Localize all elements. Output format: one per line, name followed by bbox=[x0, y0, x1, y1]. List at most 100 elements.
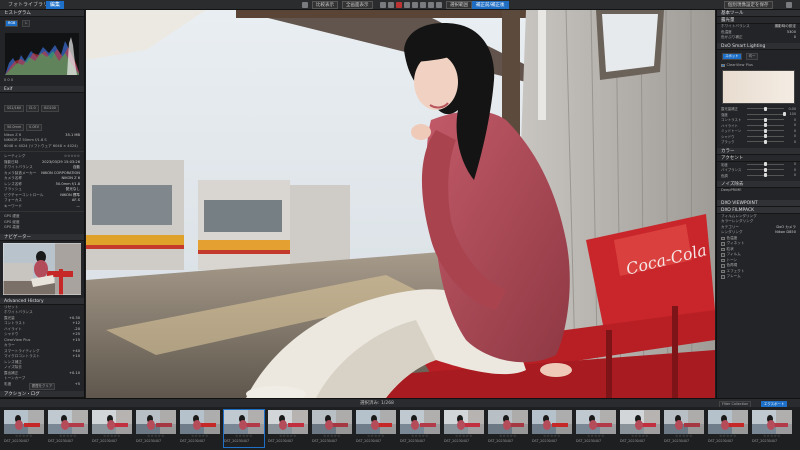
noise-header[interactable]: ノイズ除去 bbox=[717, 181, 800, 188]
smart-lighting-header[interactable]: DxO Smart Lighting bbox=[717, 42, 800, 50]
filmstrip-thumbnail[interactable] bbox=[48, 410, 88, 434]
filmstrip-item[interactable]: ☆☆☆☆☆ DST_20230407 bbox=[620, 410, 660, 447]
filmstrip-thumbnail[interactable] bbox=[356, 410, 396, 434]
filmstrip-thumbnail[interactable] bbox=[4, 410, 44, 434]
watermark-tool-icon[interactable] bbox=[436, 2, 442, 8]
filmstrip-thumbnail[interactable] bbox=[92, 410, 132, 434]
filmpack-option-checkbox[interactable] bbox=[721, 242, 725, 246]
undo-icon[interactable] bbox=[302, 2, 308, 8]
filmstrip-item[interactable]: ☆☆☆☆☆ DST_20230407 bbox=[664, 410, 704, 447]
filmstrip-item[interactable]: ☆☆☆☆☆ DST_20230407 bbox=[180, 410, 220, 447]
before-after-button[interactable]: 補正前/補正後 bbox=[472, 1, 509, 9]
filmstrip-item[interactable]: ☆☆☆☆☆ DST_20230407 bbox=[356, 410, 396, 447]
filmstrip-thumbnail[interactable] bbox=[488, 410, 528, 434]
histogram-l-button[interactable]: L bbox=[22, 20, 31, 27]
tone-slider-knob[interactable] bbox=[764, 139, 767, 144]
tone-slider-track[interactable] bbox=[747, 106, 784, 111]
filmstrip-thumbnail[interactable] bbox=[708, 410, 748, 434]
tone-slider-track[interactable] bbox=[747, 139, 784, 144]
filmpack-option-checkbox[interactable] bbox=[721, 247, 725, 251]
tone-slider-value[interactable]: 0 bbox=[784, 118, 796, 122]
filmstrip-thumbnail[interactable] bbox=[752, 410, 792, 434]
tone-slider-knob[interactable] bbox=[764, 123, 767, 128]
tone-slider-knob[interactable] bbox=[764, 128, 767, 133]
tone-slider[interactable]: ブラック 0 bbox=[721, 139, 796, 145]
filmstrip-item[interactable]: ☆☆☆☆☆ DST_20230407 bbox=[488, 410, 528, 447]
filmpack-option-checkbox[interactable] bbox=[721, 269, 725, 273]
local-adjust-icon[interactable] bbox=[428, 2, 434, 8]
color-slider-knob[interactable] bbox=[764, 167, 767, 172]
navigator-thumbnail[interactable] bbox=[3, 242, 81, 295]
filmstrip-thumbnail[interactable] bbox=[180, 410, 220, 434]
main-photo-viewer[interactable]: Coca-Cola bbox=[86, 10, 715, 398]
tone-slider-value[interactable]: 100 bbox=[784, 112, 796, 116]
menu-icon[interactable] bbox=[786, 2, 792, 8]
color-header[interactable]: カラー bbox=[717, 147, 800, 155]
essential-tools-header[interactable]: 基本ツール bbox=[717, 10, 800, 17]
tone-slider-knob[interactable] bbox=[764, 134, 767, 139]
clear-history-button[interactable]: 履歴をクリア bbox=[28, 383, 56, 390]
filmstrip-item[interactable]: ☆☆☆☆☆ DST_20230407 bbox=[708, 410, 748, 447]
fullscreen-button[interactable]: 全画面表示 bbox=[342, 1, 373, 9]
filmstrip-thumbnail[interactable] bbox=[664, 410, 704, 434]
filmstrip-item[interactable]: ☆☆☆☆☆ DST_20230407 bbox=[312, 410, 352, 447]
histogram-header[interactable]: ヒストグラム bbox=[0, 10, 84, 17]
color-slider-value[interactable]: 0 bbox=[784, 168, 796, 172]
filmstrip-thumbnail[interactable] bbox=[532, 410, 572, 434]
action-log-header[interactable]: アクション・ログ bbox=[0, 391, 84, 398]
tone-slider-track[interactable] bbox=[747, 134, 784, 139]
filmpack-option-checkbox[interactable] bbox=[721, 264, 725, 268]
smart-uniform-button[interactable]: 均一 bbox=[745, 52, 759, 60]
filmpack-option-checkbox[interactable] bbox=[721, 253, 725, 257]
exposure-row[interactable]: 色かぶり補正 0 bbox=[717, 35, 800, 41]
filmstrip-item[interactable]: ☆☆☆☆☆ DST_20230407 bbox=[92, 410, 132, 447]
compare-button[interactable]: 比較表示 bbox=[312, 1, 338, 9]
retouch-tool-icon[interactable] bbox=[412, 2, 418, 8]
color-slider-track[interactable] bbox=[747, 167, 784, 172]
filmstrip-thumbnail[interactable] bbox=[312, 410, 352, 434]
navigator-header[interactable]: ナビゲーター bbox=[0, 233, 84, 241]
tone-slider-value[interactable]: 0.00 bbox=[784, 107, 796, 111]
filmpack-option-checkbox[interactable] bbox=[721, 236, 725, 240]
filmstrip-item[interactable]: ☆☆☆☆☆ DST_20230407 bbox=[4, 410, 44, 447]
filmstrip-thumbnail[interactable] bbox=[136, 410, 176, 434]
tab-photo-library[interactable]: フォトライブラリ bbox=[4, 1, 52, 9]
tone-slider-track[interactable] bbox=[747, 112, 786, 117]
noise-mode-value[interactable]: DeepPRIME bbox=[721, 188, 742, 194]
filmstrip-thumbnail[interactable] bbox=[444, 410, 484, 434]
tone-slider-track[interactable] bbox=[747, 117, 784, 122]
filmstrip-item[interactable]: ☆☆☆☆☆ DST_20230407 bbox=[532, 410, 572, 447]
tone-slider-value[interactable]: 0 bbox=[784, 134, 796, 138]
filmpack-option-checkbox[interactable] bbox=[721, 258, 725, 262]
horizon-tool-icon[interactable] bbox=[396, 2, 402, 8]
redeye-tool-icon[interactable] bbox=[420, 2, 426, 8]
tone-slider-value[interactable]: 0 bbox=[784, 123, 796, 127]
perspective-tool-icon[interactable] bbox=[404, 2, 410, 8]
filmstrip-thumbnail[interactable] bbox=[576, 410, 616, 434]
color-slider-track[interactable] bbox=[747, 173, 784, 178]
hand-tool-icon[interactable] bbox=[380, 2, 386, 8]
viewpoint-header[interactable]: DXO VIEWPOINT bbox=[717, 199, 800, 207]
filmstrip-item[interactable]: ☆☆☆☆☆ DST_20230407 bbox=[576, 410, 616, 447]
exposure-header[interactable]: 露光量 bbox=[717, 17, 800, 24]
color-slider[interactable]: 色調 0 bbox=[721, 173, 796, 179]
filmstrip-item[interactable]: ☆☆☆☆☆ DST_20230407 bbox=[444, 410, 484, 447]
filmstrip-thumbnail[interactable] bbox=[620, 410, 660, 434]
filmstrip-item[interactable]: ☆☆☆☆☆ DST_20230407 bbox=[136, 410, 176, 447]
filmstrip-item[interactable]: ☆☆☆☆☆ DST_20230407 bbox=[268, 410, 308, 447]
tab-customize[interactable]: 編集 bbox=[46, 1, 65, 9]
tone-slider-knob[interactable] bbox=[782, 112, 786, 117]
filmpack-header[interactable]: DXO FILMPACK bbox=[717, 206, 800, 214]
save-settings-button[interactable]: 個別現像設定を保存 bbox=[724, 1, 773, 9]
filmstrip-item[interactable]: ☆☆☆☆☆ DST_20230407 bbox=[48, 410, 88, 447]
clearview-checkbox[interactable] bbox=[721, 63, 725, 67]
filmstrip-thumbnail[interactable] bbox=[400, 410, 440, 434]
advanced-history-header[interactable]: Advanced History bbox=[0, 297, 84, 305]
tone-slider-knob[interactable] bbox=[764, 106, 767, 111]
filmstrip-thumbnail[interactable] bbox=[268, 410, 308, 434]
histogram-rgb-button[interactable]: RGB bbox=[5, 20, 19, 27]
exif-header[interactable]: Exif bbox=[0, 85, 84, 93]
tone-slider-track[interactable] bbox=[747, 123, 784, 128]
filmstrip-item[interactable]: ☆☆☆☆☆ DST_20230407 bbox=[400, 410, 440, 447]
color-slider-value[interactable]: 0 bbox=[784, 173, 796, 177]
